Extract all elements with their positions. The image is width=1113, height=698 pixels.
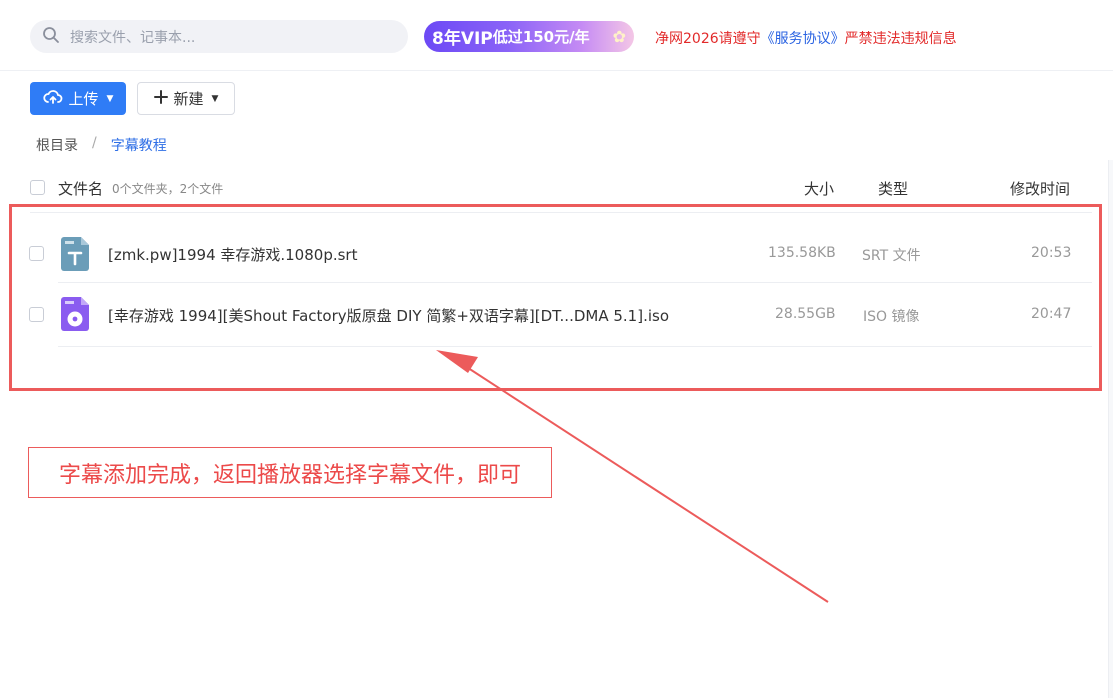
annotation-note: 字幕添加完成，返回播放器选择字幕文件，即可: [28, 447, 552, 498]
annotation-arrow: [436, 350, 829, 603]
